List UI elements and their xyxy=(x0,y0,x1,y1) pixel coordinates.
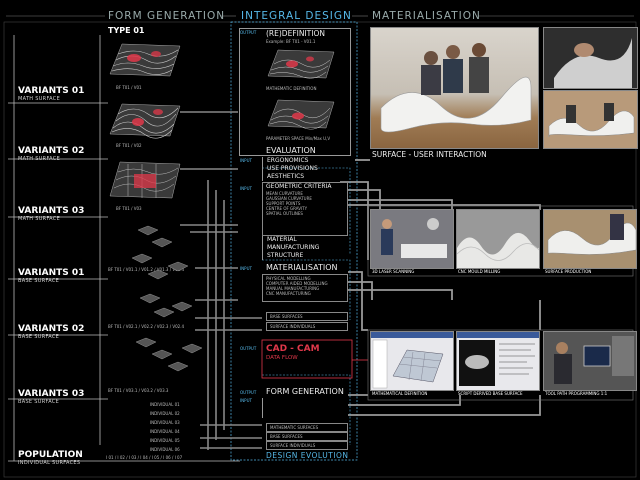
variants-01-math: VARIANTS 01 MATH SURFACE xyxy=(18,86,85,102)
surface-individuals-box-2: SURFACE INDIVIDUALS xyxy=(266,441,348,450)
surface-production-photo xyxy=(543,209,637,269)
side-label-3: INPUT xyxy=(240,186,252,191)
variants-01-base: VARIANTS 01 BASE SURFACE xyxy=(18,268,85,284)
material-list: MATERIAL MANUFACTURING STRUCTURE xyxy=(262,236,343,260)
evaluation-list: ERGONOMICS USE PROVISIONS AESTHETICS xyxy=(262,157,343,181)
variants-02-math: VARIANTS 02 MATH SURFACE xyxy=(18,146,85,162)
param-surface xyxy=(266,94,336,132)
flow-label-2: BF T01 / V02 xyxy=(116,143,142,148)
dataflow-label: DATA FLOW xyxy=(266,355,298,361)
design-evolution-label: DESIGN EVOLUTION xyxy=(266,451,349,460)
variants-02-base: VARIANTS 02 BASE SURFACE xyxy=(18,324,85,340)
geometric-title: GEOMETRIC CRITERIA xyxy=(266,183,332,190)
caption-script-surface: SCRIPT DERIVED BASE SURFACE xyxy=(458,391,523,396)
materialisation-title: MATERIALISATION xyxy=(266,263,338,272)
form-generation-bracket xyxy=(262,398,339,418)
flow-label-3: BF T01 / V03 xyxy=(116,206,142,211)
caption-math-definition: MATHEMATICAL DEFINITION xyxy=(372,391,428,396)
evaluation-title: EVALUATION xyxy=(266,146,316,155)
header-form-generation: FORM GENERATION xyxy=(108,10,226,22)
variants-03-base: VARIANTS 03 BASE SURFACE xyxy=(18,389,85,405)
variant-surface-grid xyxy=(118,222,228,392)
flow-label-1: BF T01 / V01 xyxy=(116,85,142,90)
surface-thumb-3 xyxy=(108,152,182,204)
surface-thumb-2 xyxy=(108,96,182,142)
caption-laser-scanning: 3D LASER SCANNING xyxy=(372,269,415,274)
header-integral-design: INTEGRAL DESIGN xyxy=(241,10,352,22)
redefinition-surface xyxy=(266,44,336,82)
variants-03-math: VARIANTS 03 MATH SURFACE xyxy=(18,206,85,222)
caption-surface-production: SURFACE PRODUCTION xyxy=(545,269,592,274)
param-space: PARAMETER SPACE Min/Max U,V xyxy=(266,136,331,141)
user-interaction-photo xyxy=(370,27,539,149)
script-surface-screen xyxy=(456,331,540,391)
side-label-2: INPUT xyxy=(240,158,252,163)
cadcam-title: CAD - CAM xyxy=(266,344,320,354)
side-label-1: OUTPUT xyxy=(240,30,257,35)
surface-user-interaction: SURFACE - USER INTERACTION xyxy=(372,150,487,159)
geometric-list: MEAN CURVATURE GAUSSIAN CURVATURE SUPPOR… xyxy=(266,191,312,216)
side-label-7: INPUT xyxy=(240,398,252,403)
base-surfaces-box-2: BASE SURFACES xyxy=(266,432,348,441)
detail-photo-1 xyxy=(543,27,638,89)
mathematic-surfaces-box: MATHEMATIC SURFACES xyxy=(266,423,348,432)
form-generation-title: FORM GENERATION xyxy=(266,387,344,396)
laser-scanning-photo xyxy=(370,209,454,269)
side-label-4: INPUT xyxy=(240,266,252,271)
side-label-5: OUTPUT xyxy=(240,346,257,351)
cnc-milling-photo xyxy=(456,209,540,269)
math-definition: MATHEMATIC DEFINITION xyxy=(266,86,317,91)
tool-path-photo xyxy=(543,331,637,391)
side-label-6: OUTPUT xyxy=(240,390,257,395)
caption-cnc-milling: CNC MOULD MILLING xyxy=(458,269,501,274)
population-row: I 01 / I 02 / I 03 / I 04 / I 05 / I 06 … xyxy=(106,455,183,460)
math-definition-screen xyxy=(370,331,454,391)
base-surfaces-box: BASE SURFACES xyxy=(266,312,348,321)
caption-tool-path: TOOL PATH PROGRAMMING 1:1 xyxy=(545,391,608,396)
detail-photo-2 xyxy=(543,90,638,149)
surface-individuals-box: SURFACE INDIVIDUALS xyxy=(266,322,348,331)
surface-thumb-1 xyxy=(108,36,182,82)
redefinition-title: (RE)DEFINITION xyxy=(266,29,325,38)
header-materialisation: MATERIALISATION xyxy=(372,10,481,22)
individuals-list: INDIVIDUAL 01 INDIVIDUAL 02 INDIVIDUAL 0… xyxy=(150,402,180,452)
materialisation-list: PHYSICAL MODELLING COMPUTER AIDED MODELL… xyxy=(262,274,348,302)
type-01-label: TYPE 01 xyxy=(108,26,145,35)
population: POPULATION INDIVIDUAL SURFACES xyxy=(18,450,83,466)
